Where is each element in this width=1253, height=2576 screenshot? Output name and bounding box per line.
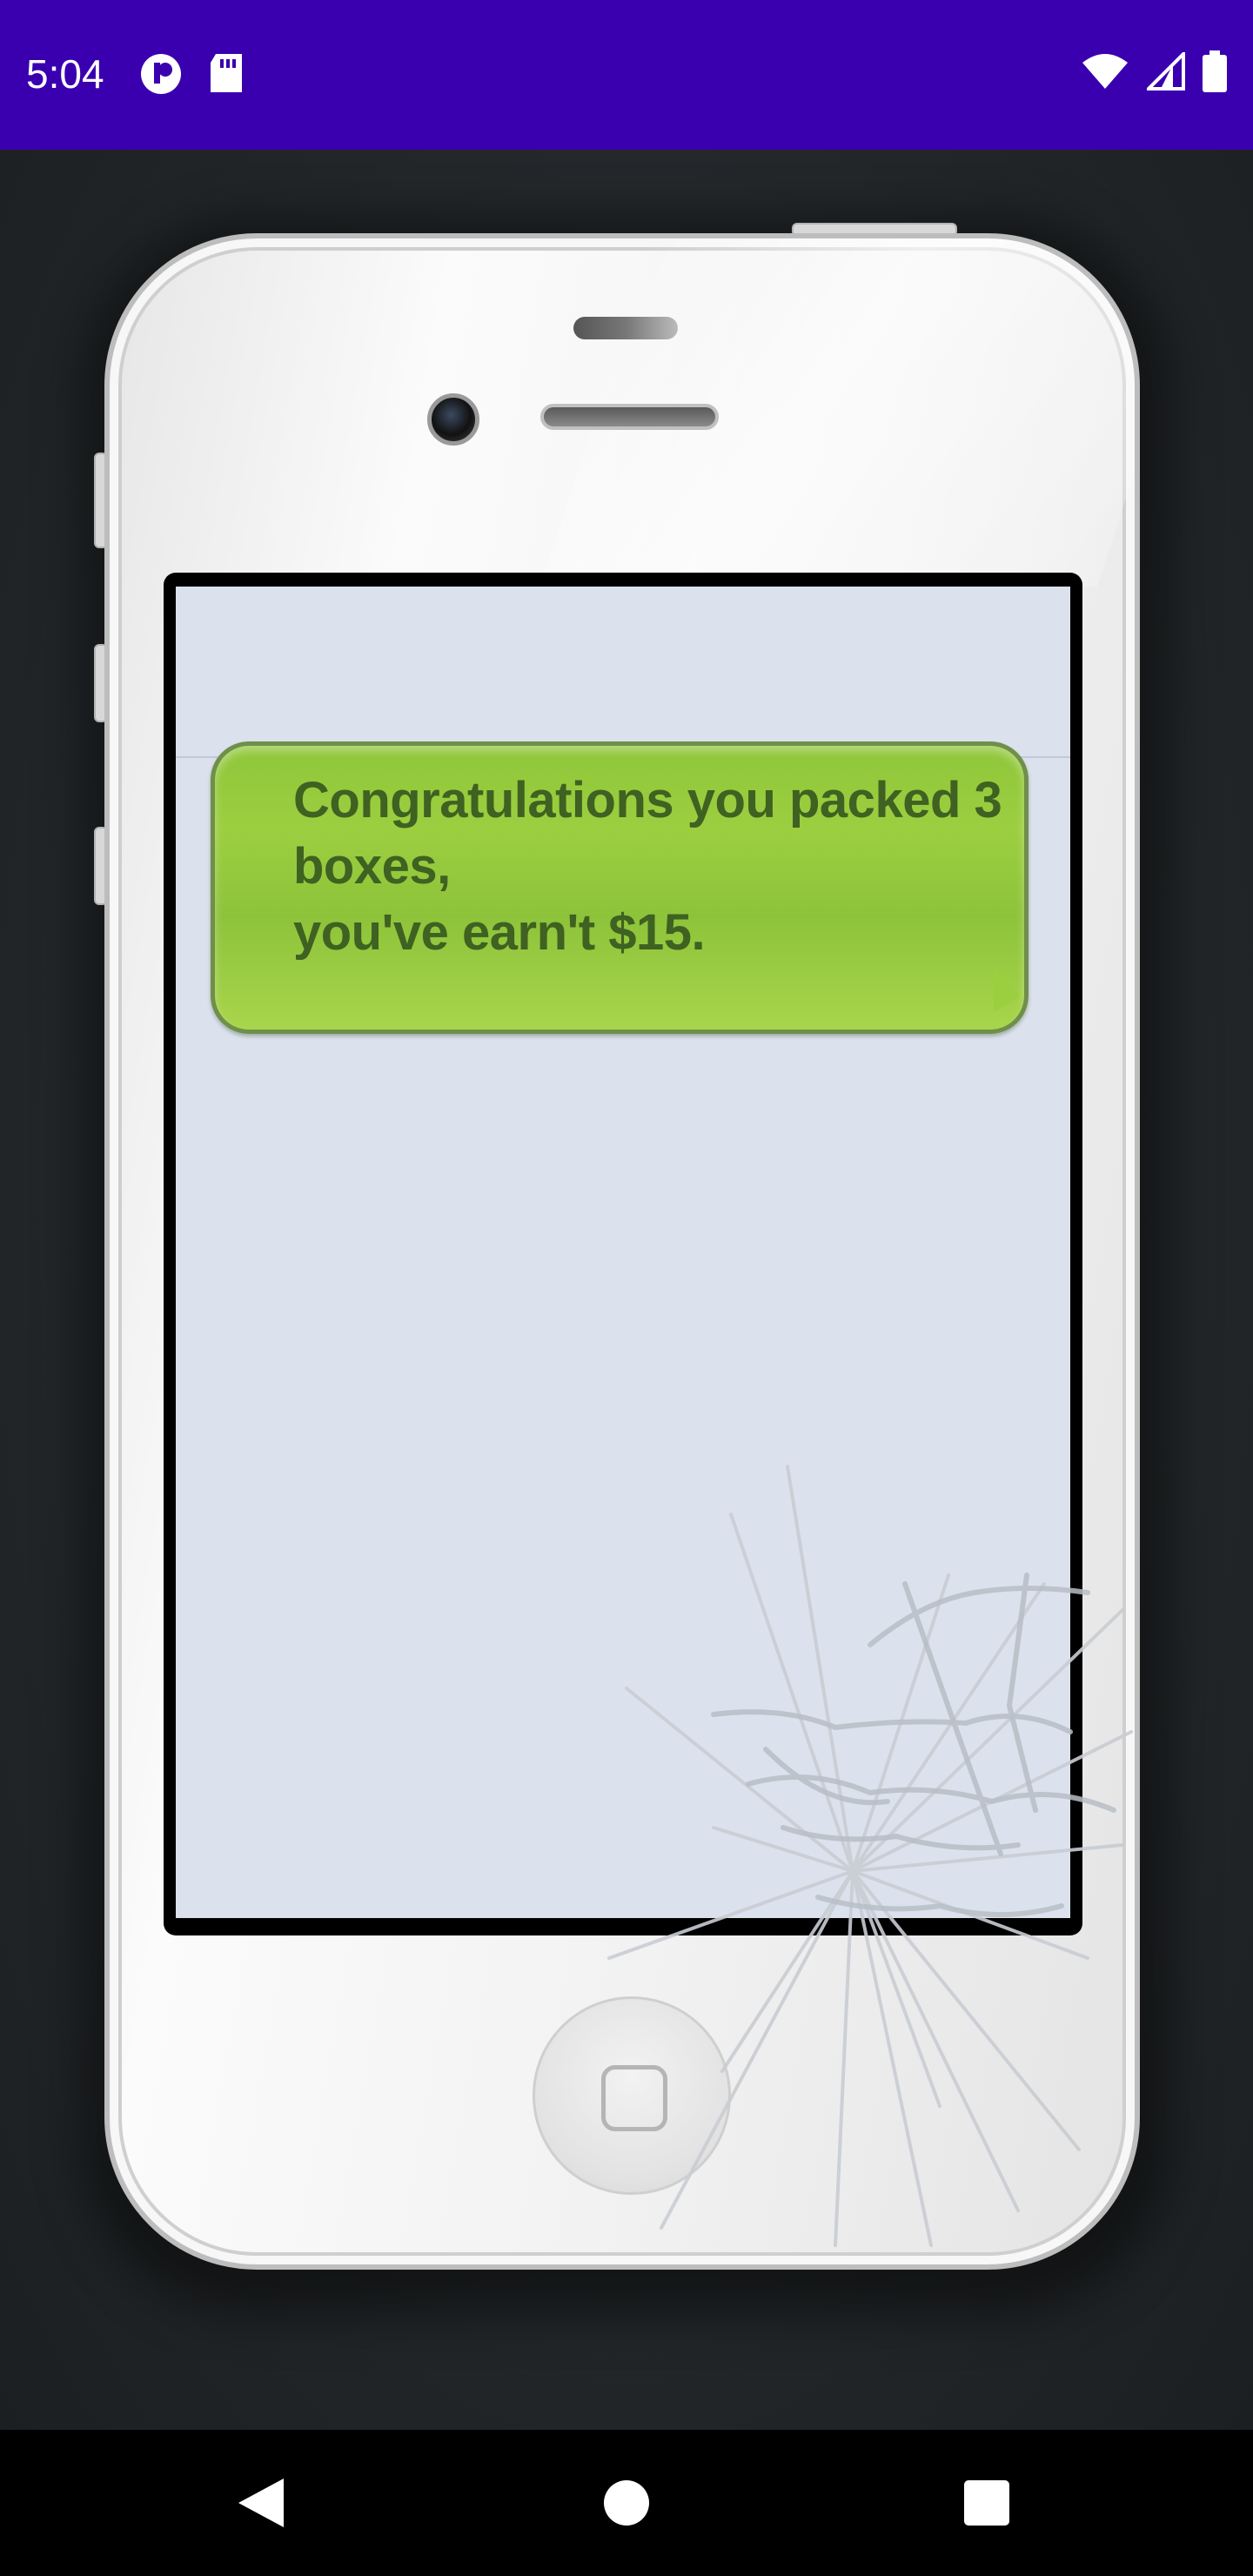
message-text: Congratulations you packed 3 boxes, you'… (293, 772, 1002, 961)
front-camera-icon (427, 393, 479, 446)
home-icon[interactable] (590, 2466, 663, 2539)
earpiece-speaker (540, 404, 719, 430)
cell-signal-icon (1144, 50, 1185, 94)
message-bubble: Congratulations you packed 3 boxes, you'… (211, 741, 1029, 1034)
wifi-icon (1081, 52, 1129, 94)
navigation-bar (0, 2430, 1253, 2576)
home-square-icon (601, 2065, 667, 2131)
notification-badge-icon (139, 52, 183, 99)
phone-body: Congratulations you packed 3 boxes, you'… (104, 233, 1140, 2270)
proximity-sensor (573, 317, 678, 339)
status-right-icons (1081, 50, 1227, 96)
status-time: 5:04 (26, 51, 104, 97)
phone-home-button (533, 1996, 731, 2195)
phone-screen: Congratulations you packed 3 boxes, you'… (176, 587, 1070, 1918)
recents-icon[interactable] (950, 2466, 1023, 2539)
back-icon[interactable] (224, 2466, 298, 2539)
status-left-icons (139, 52, 245, 99)
message-bubble-tail (994, 965, 1020, 1012)
sd-card-icon (207, 52, 245, 99)
status-bar: 5:04 (0, 0, 1253, 150)
battery-icon (1203, 50, 1227, 96)
